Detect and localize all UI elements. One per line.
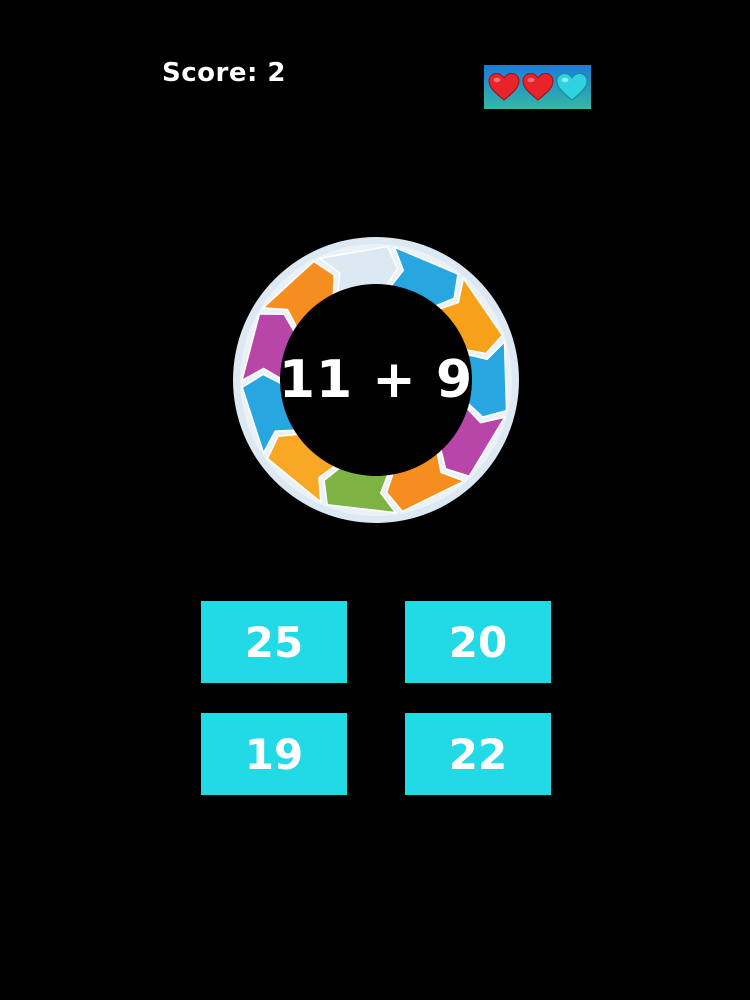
answer-button-4[interactable]: 22 <box>405 713 551 795</box>
answer-button-2[interactable]: 20 <box>405 601 551 683</box>
heart-full-icon <box>487 72 520 101</box>
answer-button-1[interactable]: 25 <box>201 601 347 683</box>
heart-full-icon <box>521 72 554 101</box>
lives-panel <box>484 65 591 109</box>
heart-empty-icon <box>555 72 588 101</box>
answer-button-3[interactable]: 19 <box>201 713 347 795</box>
score-label: Score: 2 <box>162 58 286 88</box>
math-problem: 11 + 9 <box>278 350 474 410</box>
